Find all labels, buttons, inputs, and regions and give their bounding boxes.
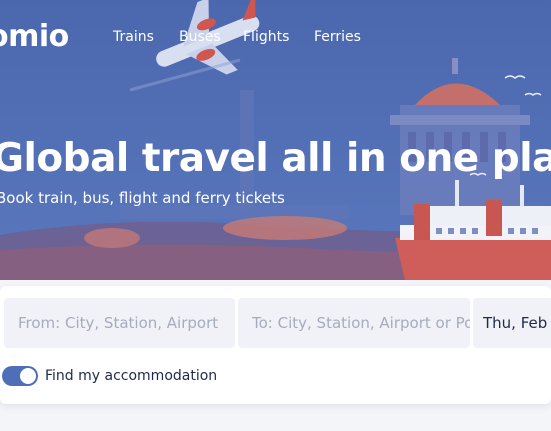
hero-banner: omio Trains Buses Flights Ferries Global… bbox=[0, 0, 551, 280]
toggle-knob bbox=[20, 368, 36, 384]
from-input[interactable]: From: City, Station, Airport bbox=[4, 298, 235, 348]
hero-title: Global travel all in one place bbox=[0, 136, 551, 181]
top-navigation: omio Trains Buses Flights Ferries bbox=[0, 0, 551, 76]
omio-logo[interactable]: omio bbox=[0, 19, 69, 55]
accommodation-label: Find my accommodation bbox=[45, 368, 218, 384]
departure-date-value: Thu, Feb bbox=[483, 314, 548, 332]
hero-subtitle: Book train, bus, flight and ferry ticket… bbox=[0, 189, 285, 207]
to-input[interactable]: To: City, Station, Airport or Port bbox=[238, 298, 470, 348]
to-placeholder: To: City, Station, Airport or Port bbox=[252, 314, 470, 332]
nav-item-flights[interactable]: Flights bbox=[243, 28, 289, 46]
accommodation-toggle[interactable] bbox=[2, 366, 38, 386]
departure-date-field[interactable]: Thu, Feb bbox=[473, 298, 551, 348]
nav-item-trains[interactable]: Trains bbox=[113, 28, 154, 46]
search-form: From: City, Station, Airport To: City, S… bbox=[0, 286, 551, 404]
nav-item-buses[interactable]: Buses bbox=[179, 28, 221, 46]
from-placeholder: From: City, Station, Airport bbox=[18, 314, 219, 332]
nav-item-ferries[interactable]: Ferries bbox=[314, 28, 361, 46]
